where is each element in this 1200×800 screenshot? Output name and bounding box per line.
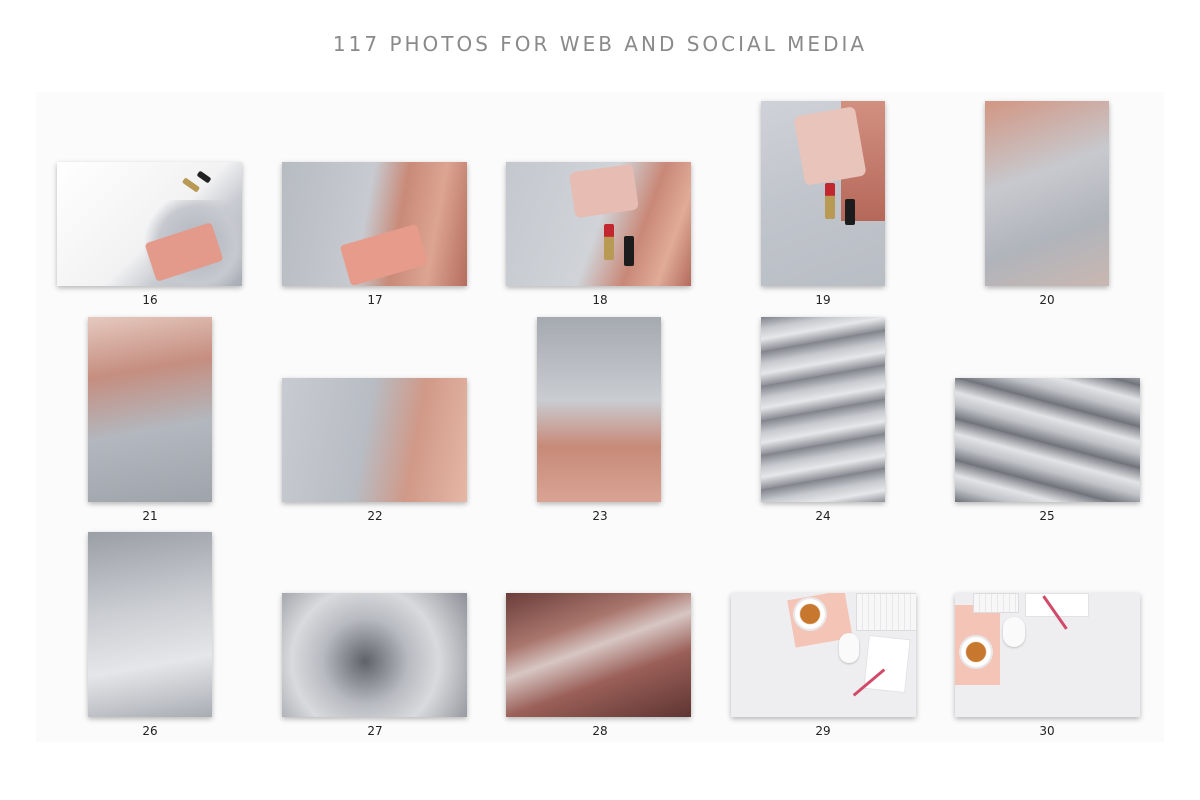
tea-cup-shape <box>795 599 825 629</box>
photo-24-number: 24 <box>815 509 831 523</box>
keyboard-shape <box>973 593 1019 613</box>
photo-27-number: 27 <box>367 724 383 738</box>
photo-18-number: 18 <box>592 293 608 307</box>
pink-pouch-shape <box>569 163 639 219</box>
photo-26-number: 26 <box>142 724 158 738</box>
photo-27-thumbnail[interactable] <box>282 593 467 717</box>
photo-25-thumbnail[interactable] <box>955 378 1140 502</box>
photo-24-thumbnail[interactable] <box>761 317 885 502</box>
photo-25-number: 25 <box>1039 509 1055 523</box>
keyboard-shape <box>856 593 916 631</box>
photo-28-number: 28 <box>592 724 608 738</box>
photo-29-number: 29 <box>815 724 831 738</box>
pink-clutch-shape <box>339 223 429 286</box>
mouse-shape <box>839 633 859 663</box>
notepad-shape <box>863 634 911 694</box>
page-title: 117 PHOTOS FOR WEB AND SOCIAL MEDIA <box>332 32 868 56</box>
photo-23-thumbnail[interactable] <box>537 317 661 502</box>
lipstick-shape <box>624 236 634 266</box>
photo-20-thumbnail[interactable] <box>985 101 1109 286</box>
lipstick-shape <box>181 177 201 193</box>
mouse-shape <box>1003 617 1025 647</box>
photo-17-number: 17 <box>367 293 383 307</box>
photo-30-thumbnail[interactable] <box>955 593 1140 717</box>
photo-18-thumbnail[interactable] <box>506 162 691 286</box>
photo-21-thumbnail[interactable] <box>88 317 212 502</box>
photo-17-thumbnail[interactable] <box>282 162 467 286</box>
lipstick-shape <box>845 199 855 225</box>
lipstick-shape <box>604 224 614 260</box>
lipstick-shape <box>196 170 212 184</box>
photo-20-number: 20 <box>1039 293 1055 307</box>
pink-pouch-shape <box>793 106 867 186</box>
photo-21-number: 21 <box>142 509 158 523</box>
photo-22-thumbnail[interactable] <box>282 378 467 502</box>
photo-26-thumbnail[interactable] <box>88 532 212 717</box>
photo-29-thumbnail[interactable] <box>731 593 916 717</box>
photo-19-number: 19 <box>815 293 831 307</box>
lipstick-shape <box>825 183 835 219</box>
photo-30-number: 30 <box>1039 724 1055 738</box>
photo-16-number: 16 <box>142 293 158 307</box>
tea-cup-shape <box>961 637 991 667</box>
photo-28-thumbnail[interactable] <box>506 593 691 717</box>
photo-22-number: 22 <box>367 509 383 523</box>
photo-19-thumbnail[interactable] <box>761 101 885 286</box>
photo-16-thumbnail[interactable] <box>57 162 242 286</box>
photo-23-number: 23 <box>592 509 608 523</box>
